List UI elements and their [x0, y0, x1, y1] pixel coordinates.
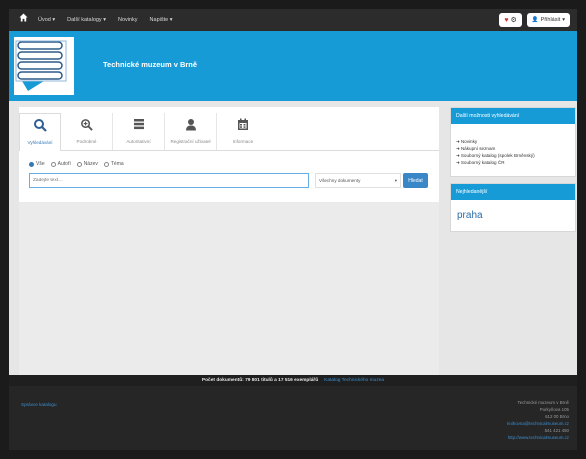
address-line: Purkyňova 105 [539, 407, 569, 412]
arrow-right-icon: ➜ [456, 153, 460, 158]
login-button[interactable]: 👤 Přihlásit ▾ [526, 13, 570, 27]
user-icon: 👤 [531, 17, 539, 23]
search-card: Vyhledávání Podrobné Autoritativní Regis… [19, 107, 439, 202]
popular-panel: Nejhledanější praha [450, 183, 576, 232]
search-row: Všechny dokumenty ▾ Hledat [29, 173, 428, 188]
resource-link-label: Novinky [460, 139, 478, 144]
stats-link[interactable]: Katalog Technického muzea [324, 378, 384, 383]
radio-dot[interactable] [103, 161, 109, 167]
site-logo[interactable] [14, 37, 74, 95]
document-type-select[interactable]: Všechny dokumenty ▾ [315, 173, 401, 188]
radio-dot[interactable] [29, 161, 34, 167]
radio-dot[interactable] [76, 161, 82, 167]
tab-label: Podrobné [76, 139, 97, 144]
calendar-icon [237, 115, 249, 133]
radio-label: Vše [36, 161, 45, 167]
address-line: 541 421 450 [544, 428, 569, 433]
tab-divider [61, 150, 439, 151]
settings-icon: ⚙ [510, 17, 517, 24]
search-tabs: Vyhledávání Podrobné Autoritativní Regis… [19, 113, 269, 151]
navbar-right: ♥ ⚙ 👤 Přihlásit ▾ [499, 13, 570, 27]
resource-link-label: Souborný katalog ČR [460, 160, 505, 165]
right-sidebar: Další možnosti vyhledávání ➜Novinky ➜Nák… [450, 107, 576, 238]
address-line: 612 00 Brno [545, 414, 569, 419]
heart-icon: ♥ [504, 16, 509, 24]
search-scope-radios: Vše Autoři Název Téma [29, 161, 124, 167]
resource-link[interactable]: ➜Souborný katalog (spolek Brněnský) [456, 152, 570, 159]
site-footer: Správce katalogu Technické muzeum v Brně… [9, 386, 577, 450]
website-link[interactable]: http://www.technicalmuseum.cz [507, 434, 569, 441]
site-header: Technické muzeum v Brně [9, 31, 577, 101]
menu-item-katalogy[interactable]: Další katalogy ▾ [67, 17, 106, 23]
admin-link[interactable]: Správce katalogu [21, 402, 57, 407]
resource-link[interactable]: ➜Souborný katalog ČR [456, 159, 570, 166]
radio-vse[interactable]: Vše [29, 161, 45, 167]
radio-nazev[interactable]: Název [76, 161, 98, 167]
radio-label: Název [83, 161, 98, 167]
tab-registracni[interactable]: Registrační uživatel [165, 113, 217, 151]
tab-vyhledavani[interactable]: Vyhledávání [19, 113, 61, 151]
email-link[interactable]: knihovna@technicalmuseum.cz [507, 420, 569, 427]
arrow-right-icon: ➜ [456, 160, 460, 165]
arrow-right-icon: ➜ [456, 139, 460, 144]
select-value: Všechny dokumenty [319, 178, 361, 183]
login-label: Přihlásit [540, 17, 561, 23]
site-title[interactable]: Technické muzeum v Brně [103, 60, 197, 69]
menu-item-napiste[interactable]: Napište ▾ [150, 17, 173, 23]
radio-label: Autoři [57, 161, 71, 167]
tab-label: Vyhledávání [27, 140, 53, 145]
popular-tag[interactable]: praha [451, 200, 575, 231]
stats-bar: Počet dokumentů: 79 801 titulů a 17 516 … [9, 375, 577, 386]
address-line: Technické muzeum v Brně [517, 400, 570, 405]
resource-link[interactable]: ➜Novinky [456, 138, 570, 145]
contact-address: Technické muzeum v Brně Purkyňova 105 61… [507, 399, 569, 441]
resource-link-label: Nákupní seznam [460, 146, 496, 151]
search-icon [33, 116, 47, 134]
favorites-button[interactable]: ♥ ⚙ [499, 13, 522, 27]
home-icon[interactable] [16, 13, 30, 27]
stats-text: Počet dokumentů: 79 801 titulů a 17 516 … [201, 378, 319, 383]
menu-item-novinky[interactable]: Novinky [118, 17, 138, 23]
top-navbar: Úvod ▾ Další katalogy ▾ Novinky Napište … [9, 9, 577, 31]
tab-autoritativni[interactable]: Autoritativní [113, 113, 165, 151]
radio-autori[interactable]: Autoři [50, 161, 71, 167]
chevron-down-icon: ▾ [562, 17, 565, 23]
menu-item-uvod[interactable]: Úvod ▾ [38, 17, 55, 23]
radio-label: Téma [110, 161, 124, 167]
tab-informace[interactable]: Informace [217, 113, 269, 151]
browser-frame: Úvod ▾ Další katalogy ▾ Novinky Napište … [9, 9, 577, 450]
radio-tema[interactable]: Téma [103, 161, 124, 167]
resources-list: ➜Novinky ➜Nákupní seznam ➜Souborný katal… [451, 124, 575, 176]
resource-link-label: Souborný katalog (spolek Brněnský) [460, 153, 535, 158]
radio-dot[interactable] [50, 161, 56, 167]
chevron-down-icon: ▾ [394, 177, 397, 183]
user-icon [185, 115, 197, 133]
tab-label: Registrační uživatel [170, 139, 211, 144]
resources-panel: Další možnosti vyhledávání ➜Novinky ➜Nák… [450, 107, 576, 177]
zoom-in-icon [80, 115, 93, 133]
resources-panel-title: Další možnosti vyhledávání [451, 108, 575, 124]
tab-podrobne[interactable]: Podrobné [61, 113, 113, 151]
arrow-right-icon: ➜ [456, 146, 460, 151]
list-icon [133, 115, 145, 133]
main-menu: Úvod ▾ Další katalogy ▾ Novinky Napište … [38, 17, 185, 23]
search-input[interactable] [29, 173, 309, 188]
search-button[interactable]: Hledat [403, 173, 428, 188]
tab-label: Autoritativní [126, 139, 151, 144]
resource-link[interactable]: ➜Nákupní seznam [456, 145, 570, 152]
main-content: Vyhledávání Podrobné Autoritativní Regis… [19, 107, 439, 375]
tab-label: Informace [232, 139, 254, 144]
popular-panel-title: Nejhledanější [451, 184, 575, 200]
